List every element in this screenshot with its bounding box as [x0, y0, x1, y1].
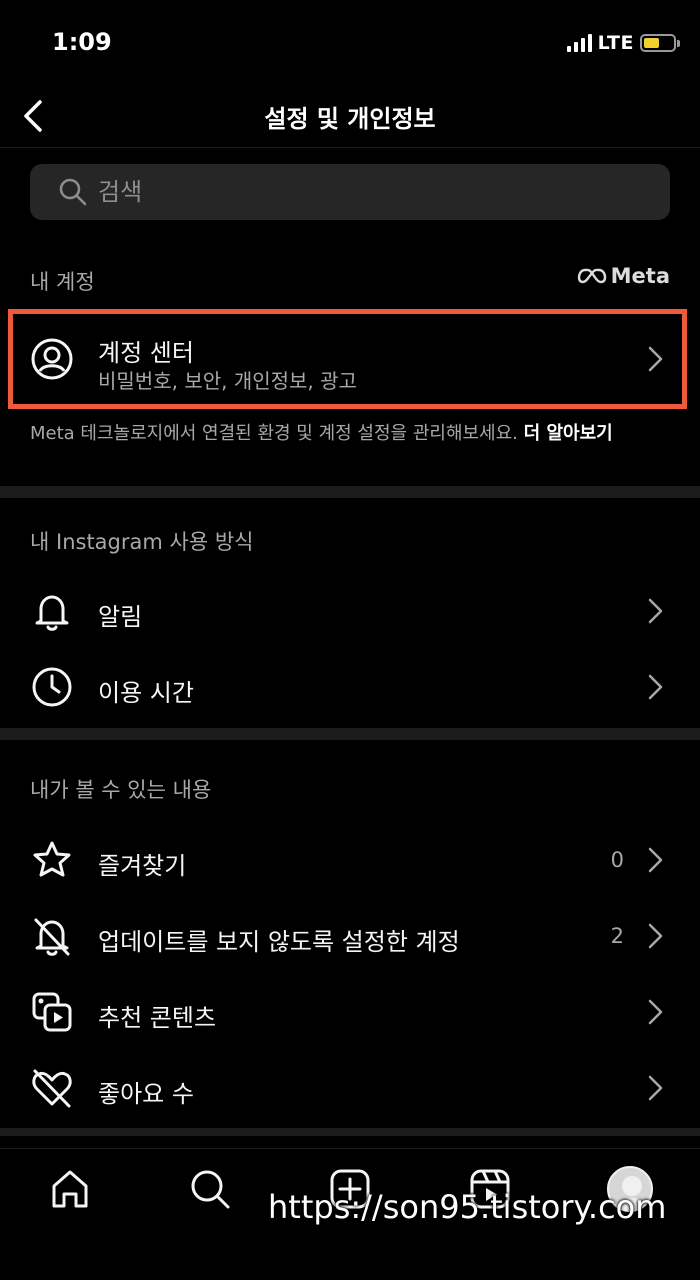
favorites-label: 즐겨찾기	[98, 852, 187, 880]
star-icon	[30, 838, 74, 882]
chevron-right-icon	[646, 598, 664, 624]
search-icon	[191, 1170, 230, 1209]
section-divider	[0, 1128, 700, 1136]
page-title: 설정 및 개인정보	[264, 105, 436, 133]
battery-level	[644, 38, 660, 48]
notifications-row[interactable]: 알림	[0, 574, 700, 648]
battery-icon	[640, 34, 680, 52]
muted-accounts-label: 업데이트를 보지 않도록 설정한 계정	[98, 928, 460, 956]
chevron-right-icon	[646, 923, 664, 949]
home-tab[interactable]	[46, 1165, 94, 1213]
muted-accounts-count: 2	[610, 924, 624, 948]
status-time: 1:09	[52, 28, 112, 56]
chevron-right-icon	[646, 999, 664, 1025]
muted-accounts-row[interactable]: 업데이트를 보지 않도록 설정한 계정 2	[0, 898, 700, 974]
chevron-right-icon	[646, 1075, 664, 1101]
chevron-right-icon	[646, 346, 664, 372]
meta-brand: Meta	[610, 264, 670, 288]
signal-icon	[566, 34, 592, 52]
section-title-usage: 내 Instagram 사용 방식	[30, 530, 254, 554]
favorites-row[interactable]: 즐겨찾기 0	[0, 822, 700, 898]
suggested-content-row[interactable]: 추천 콘텐츠	[0, 974, 700, 1050]
search-icon	[59, 178, 87, 206]
favorites-count: 0	[610, 848, 624, 872]
account-center-subtitle: 비밀번호, 보안, 개인정보, 광고	[98, 369, 357, 393]
section-title-my-account: 내 계정	[30, 270, 95, 294]
meta-infinity-icon	[577, 268, 606, 284]
status-indicators: LTE	[566, 32, 680, 54]
header: 설정 및 개인정보	[0, 88, 700, 148]
section-divider	[0, 486, 700, 498]
home-icon	[52, 1170, 88, 1208]
time-spent-row[interactable]: 이용 시간	[0, 650, 700, 724]
note-text: Meta 테크놀로지에서 연결된 환경 및 계정 설정을 관리해보세요.	[30, 423, 518, 444]
time-spent-label: 이용 시간	[98, 679, 194, 707]
meta-logo: Meta	[577, 264, 670, 288]
chevron-right-icon	[646, 847, 664, 873]
search-bar[interactable]	[30, 164, 670, 220]
suggested-content-label: 추천 콘텐츠	[98, 1004, 217, 1032]
section-divider	[0, 728, 700, 740]
network-type: LTE	[597, 32, 634, 54]
like-counts-row[interactable]: 좋아요 수	[0, 1050, 700, 1126]
account-center-title: 계정 센터	[98, 339, 194, 367]
search-tab[interactable]	[186, 1165, 234, 1213]
account-center-row[interactable]: 계정 센터 비밀번호, 보안, 개인정보, 광고	[0, 320, 700, 398]
search-input[interactable]	[98, 178, 658, 206]
learn-more-link[interactable]: 더 알아보기	[524, 423, 613, 444]
like-counts-label: 좋아요 수	[98, 1080, 194, 1108]
clock-icon	[30, 665, 74, 709]
hidden-like-icon	[30, 1066, 74, 1110]
status-bar: 1:09 LTE	[0, 0, 700, 88]
bell-icon	[30, 589, 74, 633]
section-title-content: 내가 볼 수 있는 내용	[30, 778, 212, 802]
notifications-label: 알림	[98, 603, 143, 631]
watermark-text: https://son95.tistory.com	[268, 1188, 667, 1226]
suggested-content-icon	[30, 990, 74, 1034]
chevron-right-icon	[646, 674, 664, 700]
profile-circle-icon	[30, 337, 74, 381]
account-center-note: Meta 테크놀로지에서 연결된 환경 및 계정 설정을 관리해보세요. 더 알…	[30, 423, 680, 445]
muted-bell-icon	[30, 914, 74, 958]
